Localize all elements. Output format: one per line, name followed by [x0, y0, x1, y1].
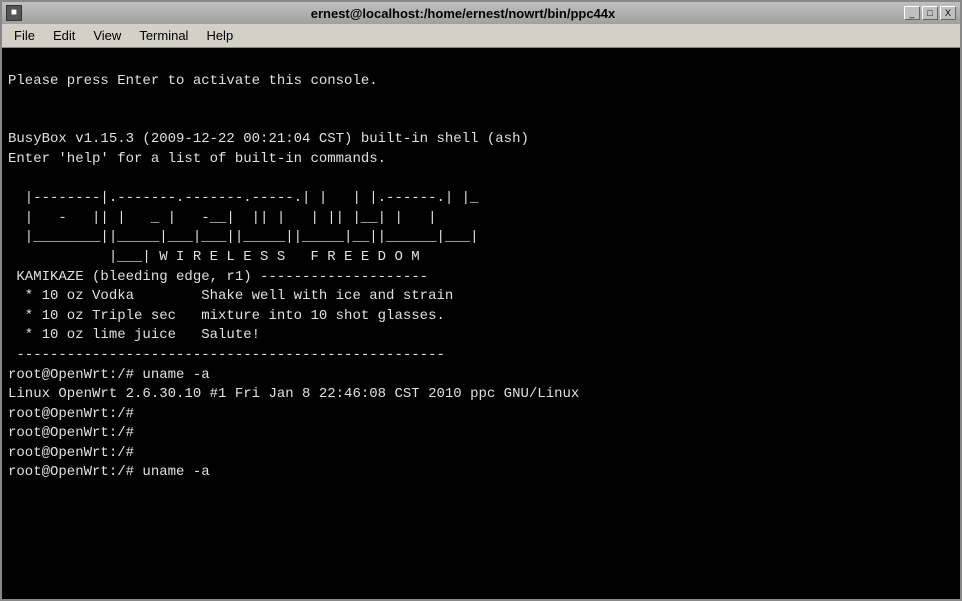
menu-bar: File Edit View Terminal Help: [2, 24, 960, 48]
terminal-content: Please press Enter to activate this cons…: [8, 72, 954, 599]
terminal-window: ■ ernest@localhost:/home/ernest/nowrt/bi…: [0, 0, 962, 601]
title-bar-left: ■: [6, 5, 22, 21]
title-bar-buttons: _ □ X: [904, 6, 956, 20]
menu-file[interactable]: File: [6, 26, 43, 45]
title-bar: ■ ernest@localhost:/home/ernest/nowrt/bi…: [2, 2, 960, 24]
minimize-button[interactable]: _: [904, 6, 920, 20]
menu-help[interactable]: Help: [198, 26, 241, 45]
menu-view[interactable]: View: [85, 26, 129, 45]
window-title: ernest@localhost:/home/ernest/nowrt/bin/…: [311, 6, 616, 21]
window-icon: ■: [6, 5, 22, 21]
menu-terminal[interactable]: Terminal: [131, 26, 196, 45]
maximize-button[interactable]: □: [922, 6, 938, 20]
menu-edit[interactable]: Edit: [45, 26, 83, 45]
terminal-area[interactable]: Please press Enter to activate this cons…: [2, 48, 960, 599]
close-button[interactable]: X: [940, 6, 956, 20]
